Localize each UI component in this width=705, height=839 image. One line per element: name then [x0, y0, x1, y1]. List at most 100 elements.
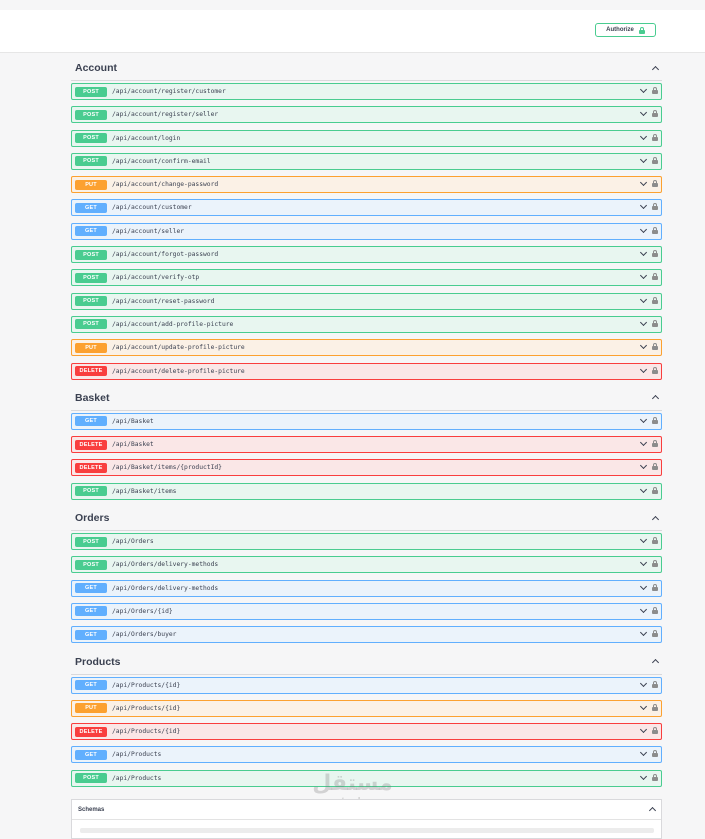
chevron-down-icon[interactable] [639, 179, 648, 187]
chevron-down-icon[interactable] [639, 559, 648, 567]
chevron-down-icon[interactable] [639, 318, 648, 327]
operation-row[interactable]: PUT/api/Products/{id} [71, 699, 662, 717]
operation-row[interactable]: DELETE/api/Products/{id} [71, 723, 662, 741]
lock-icon[interactable] [652, 727, 658, 735]
section-header[interactable]: Basket [71, 386, 662, 411]
chevron-down-icon[interactable] [639, 679, 648, 687]
lock-icon[interactable] [652, 133, 658, 141]
chevron-up-icon[interactable] [651, 658, 660, 667]
chevron-up-icon[interactable] [651, 395, 660, 403]
method-badge: DELETE [75, 366, 107, 377]
operation-path: /api/account/change-password [112, 181, 219, 189]
operation-row[interactable]: GET/api/Products/{id} [71, 676, 662, 694]
lock-icon[interactable] [652, 680, 658, 688]
chevron-down-icon[interactable] [639, 155, 648, 163]
lock-icon[interactable] [652, 110, 658, 118]
schemas-scrollbar[interactable] [80, 828, 654, 833]
operation-row[interactable]: DELETE/api/Basket/items/{productId} [71, 459, 662, 477]
lock-icon[interactable] [652, 537, 658, 545]
chevron-down-icon[interactable] [639, 85, 648, 94]
method-badge: POST [75, 296, 107, 307]
operation-row[interactable]: GET/api/Basket [71, 412, 662, 430]
operation-row[interactable]: POST/api/account/register/customer [71, 83, 662, 100]
lock-icon[interactable] [652, 180, 658, 188]
operation-row[interactable]: GET/api/Products [71, 746, 662, 764]
chevron-down-icon[interactable] [639, 295, 648, 303]
operation-row[interactable]: POST/api/Products [71, 769, 662, 787]
chevron-down-icon[interactable] [639, 225, 648, 233]
authorize-button[interactable]: Authorize [595, 23, 656, 37]
chevron-down-icon[interactable] [639, 272, 648, 280]
section-header[interactable]: Account [71, 56, 662, 81]
chevron-down-icon[interactable] [639, 726, 648, 734]
operation-row[interactable]: GET/api/account/customer [71, 199, 662, 217]
chevron-down-icon[interactable] [639, 342, 648, 350]
chevron-down-icon[interactable] [639, 702, 648, 710]
operation-row[interactable]: DELETE/api/Basket [71, 436, 662, 454]
lock-icon[interactable] [652, 583, 658, 591]
lock-icon[interactable] [652, 203, 658, 211]
operation-row[interactable]: DELETE/api/account/delete-profile-pictur… [71, 362, 662, 380]
chevron-down-icon[interactable] [639, 249, 648, 257]
lock-icon[interactable] [652, 343, 658, 351]
operation-row[interactable]: POST/api/Basket/items [71, 482, 662, 500]
operation-row[interactable]: POST/api/account/verify-otp [71, 269, 662, 287]
chevron-down-icon[interactable] [639, 485, 648, 493]
chevron-down-icon[interactable] [639, 132, 648, 140]
lock-icon[interactable] [652, 156, 658, 164]
lock-icon[interactable] [652, 87, 658, 94]
chevron-down-icon[interactable] [639, 749, 648, 757]
lock-icon[interactable] [652, 416, 658, 424]
operation-row[interactable]: POST/api/account/reset-password [71, 292, 662, 310]
lock-icon[interactable] [652, 750, 658, 758]
authorize-label: Authorize [606, 27, 634, 33]
chevron-up-icon[interactable] [651, 515, 660, 523]
chevron-down-icon[interactable] [639, 772, 648, 780]
operation-row[interactable]: POST/api/account/login [71, 129, 662, 147]
lock-icon[interactable] [652, 486, 658, 494]
lock-icon[interactable] [652, 703, 658, 711]
operation-row[interactable]: POST/api/account/register/seller [71, 106, 662, 124]
lock-icon[interactable] [652, 366, 658, 374]
chevron-down-icon[interactable] [639, 109, 648, 117]
chevron-down-icon[interactable] [639, 536, 648, 544]
lock-icon[interactable] [652, 463, 658, 471]
section-header[interactable]: Orders [71, 506, 662, 532]
operation-row[interactable]: PUT/api/account/change-password [71, 176, 662, 194]
chevron-down-icon[interactable] [639, 582, 648, 590]
lock-icon[interactable] [652, 606, 658, 614]
lock-icon[interactable] [652, 296, 658, 304]
chevron-down-icon[interactable] [639, 605, 648, 613]
chevron-down-icon[interactable] [639, 202, 648, 210]
operation-row[interactable]: GET/api/Orders/buyer [71, 626, 662, 644]
operation-row[interactable]: PUT/api/account/update-profile-picture [71, 339, 662, 357]
chevron-down-icon[interactable] [639, 629, 648, 637]
section-header[interactable]: Products [71, 650, 662, 675]
chevron-down-icon[interactable] [639, 462, 648, 470]
operation-row[interactable]: GET/api/Orders/delivery-methods [71, 579, 662, 597]
operation-row[interactable]: POST/api/account/confirm-email [71, 152, 662, 170]
lock-icon[interactable] [652, 226, 658, 234]
chevron-down-icon[interactable] [639, 365, 648, 373]
lock-icon[interactable] [652, 630, 658, 638]
chevron-up-icon[interactable] [648, 806, 657, 815]
chevron-down-icon[interactable] [639, 439, 648, 447]
operation-row[interactable]: POST/api/Orders/delivery-methods [71, 556, 662, 574]
operation-row[interactable]: POST/api/account/forgot-password [71, 246, 662, 264]
lock-icon[interactable] [652, 250, 658, 258]
operation-row[interactable]: POST/api/Orders [71, 533, 662, 551]
operation-row[interactable]: POST/api/account/add-profile-picture [71, 315, 662, 333]
lock-icon[interactable] [652, 273, 658, 281]
lock-icon[interactable] [652, 773, 658, 781]
operation-row[interactable]: GET/api/account/seller [71, 222, 662, 240]
operation-path: /api/Products [112, 751, 162, 759]
chevron-up-icon[interactable] [651, 65, 660, 73]
operation-controls [639, 179, 658, 188]
lock-icon[interactable] [652, 440, 658, 448]
operation-row[interactable]: GET/api/Orders/{id} [71, 602, 662, 620]
schemas-header[interactable]: Schemas [72, 800, 661, 820]
lock-icon[interactable] [652, 319, 658, 327]
method-badge: POST [75, 773, 107, 784]
chevron-down-icon[interactable] [639, 415, 648, 423]
lock-icon[interactable] [652, 560, 658, 568]
